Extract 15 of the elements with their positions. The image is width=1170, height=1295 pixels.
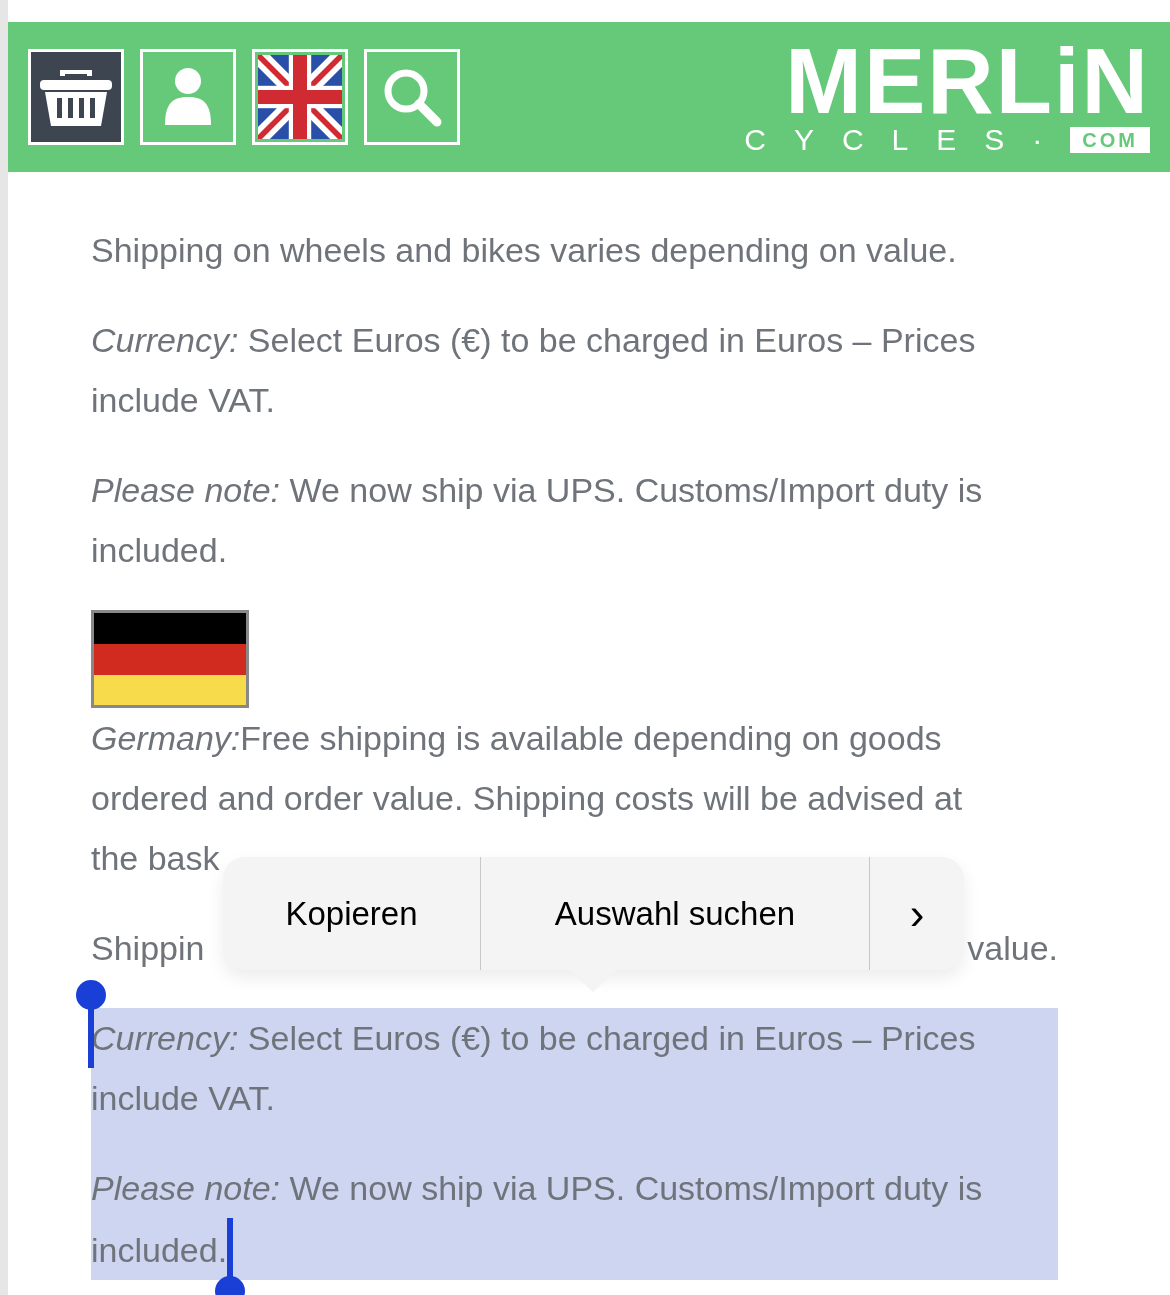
user-icon [163, 67, 213, 127]
paragraph: Currency: Select Euros (€) to be charged in Euros – Prices include VAT. [91, 320, 977, 421]
germany-flag-icon [91, 610, 249, 708]
paragraph-fragment: value. [967, 928, 1058, 969]
menu-item[interactable]: Kopieren [223, 857, 481, 970]
more-button[interactable]: › [870, 857, 964, 970]
logo-tagline: CYCLES· [744, 123, 1071, 157]
paragraph-fragment: the bask [91, 838, 220, 879]
language-button[interactable] [252, 49, 348, 145]
basket-button[interactable] [28, 49, 124, 145]
flag-icon [258, 55, 342, 139]
paragraph: Please note: We now ship via UPS. Customs/Import duty is included. [91, 470, 984, 571]
paragraph: Shipping on wheels and bikes varies depending on value. [91, 230, 958, 271]
paragraph-fragment: Shippin [91, 928, 205, 969]
logo-domain: COM [1070, 127, 1150, 153]
